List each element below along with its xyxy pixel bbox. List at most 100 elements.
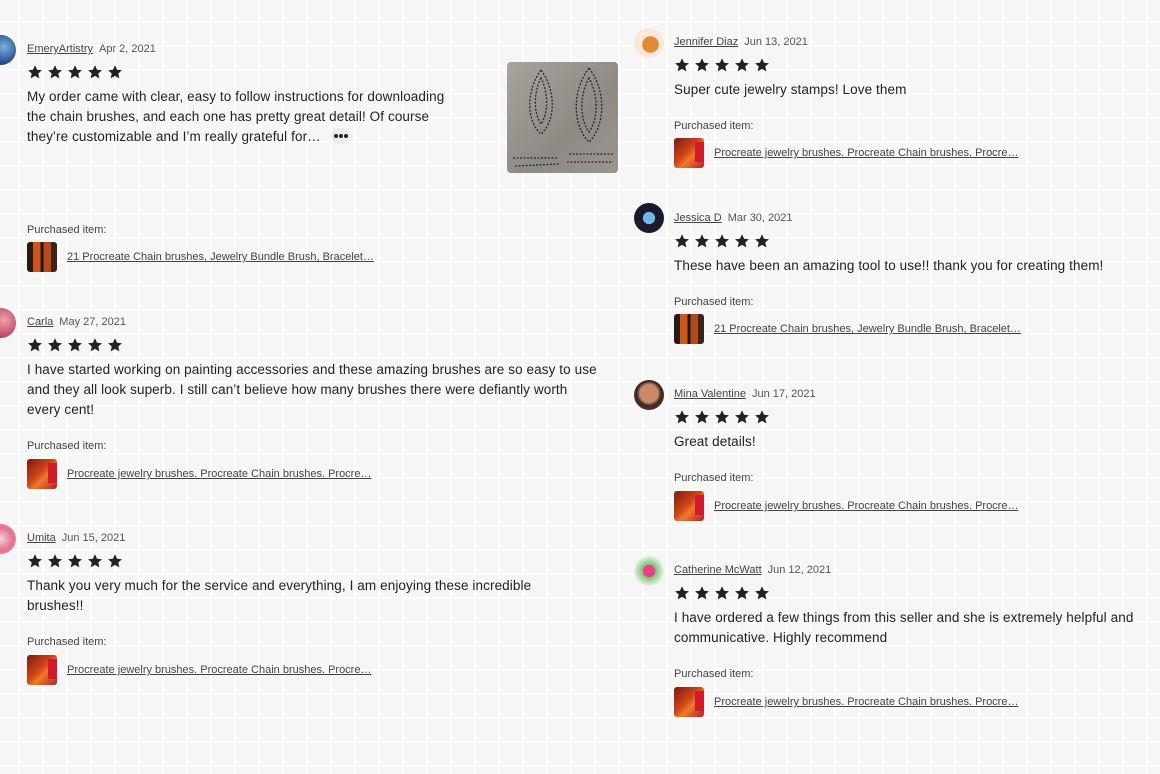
review-text: I have ordered a few things from this se… (674, 610, 1134, 645)
avatar[interactable] (0, 35, 16, 65)
review-photo[interactable] (507, 62, 618, 173)
reviewer-name[interactable]: EmeryArtistry (27, 43, 93, 55)
star-icon (87, 64, 103, 80)
star-icon (694, 409, 710, 425)
product-link[interactable]: Procreate jewelry brushes. Procreate Cha… (714, 147, 1018, 159)
avatar[interactable] (0, 524, 16, 554)
more-dots-icon[interactable] (330, 128, 351, 145)
avatar[interactable] (634, 380, 664, 410)
reviewer-name[interactable]: Umita (27, 532, 56, 544)
star-rating (674, 57, 774, 75)
reviewer-name[interactable]: Jessica D (674, 212, 722, 224)
star-icon (694, 585, 710, 601)
purchased-item-label: Purchased item: (27, 636, 107, 648)
product-link[interactable]: 21 Procreate Chain brushes, Jewelry Bund… (67, 251, 374, 263)
star-icon (107, 64, 123, 80)
star-rating (674, 233, 774, 251)
star-icon (754, 57, 770, 73)
star-icon (674, 233, 690, 249)
product-thumbnail[interactable] (27, 655, 57, 685)
star-icon (107, 553, 123, 569)
review-date: Mar 30, 2021 (727, 212, 793, 224)
product-thumbnail[interactable] (674, 138, 704, 168)
purchased-item-label: Purchased item: (674, 296, 754, 308)
purchased-item-label: Purchased item: (674, 120, 754, 132)
star-rating (27, 64, 127, 82)
review-date: May 27, 2021 (59, 316, 126, 328)
review-meta: Jennifer Diaz Jun 13, 2021 (674, 35, 808, 49)
star-icon (27, 337, 43, 353)
star-icon (674, 585, 690, 601)
star-icon (67, 64, 83, 80)
star-icon (754, 233, 770, 249)
star-icon (47, 64, 63, 80)
star-icon (694, 233, 710, 249)
avatar[interactable] (0, 308, 16, 338)
reviewer-name[interactable]: Jennifer Diaz (674, 36, 738, 48)
star-icon (714, 233, 730, 249)
product-link[interactable]: Procreate jewelry brushes. Procreate Cha… (67, 664, 371, 676)
product-link[interactable]: Procreate jewelry brushes. Procreate Cha… (67, 468, 371, 480)
review-text-block: My order came with clear, easy to follow… (27, 87, 467, 147)
review: Jennifer Diaz Jun 13, 2021 Super cute jew… (674, 35, 1154, 175)
review-date: Apr 2, 2021 (99, 43, 156, 55)
star-icon (87, 553, 103, 569)
star-icon (714, 409, 730, 425)
star-icon (714, 57, 730, 73)
review: Carla May 27, 2021 I have started working… (27, 315, 607, 505)
star-icon (47, 553, 63, 569)
purchased-item-label: Purchased item: (674, 472, 754, 484)
review-meta: Mina Valentine Jun 17, 2021 (674, 387, 816, 401)
star-rating (27, 337, 127, 355)
star-rating (674, 585, 774, 603)
review: EmeryArtistry Apr 2, 2021 My order came w… (27, 42, 487, 282)
reviewer-name[interactable]: Mina Valentine (674, 388, 746, 400)
purchased-item[interactable]: Procreate jewelry brushes. Procreate Cha… (27, 655, 371, 685)
product-thumbnail[interactable] (674, 491, 704, 521)
reviewer-name[interactable]: Carla (27, 316, 53, 328)
review-meta: Catherine McWatt Jun 12, 2021 (674, 563, 831, 577)
purchased-item-label: Purchased item: (27, 224, 107, 236)
review-text: My order came with clear, easy to follow… (27, 89, 445, 144)
review: Catherine McWatt Jun 12, 2021 I have orde… (674, 563, 1158, 733)
star-icon (734, 57, 750, 73)
reviewer-name[interactable]: Catherine McWatt (674, 564, 762, 576)
star-icon (754, 409, 770, 425)
star-icon (674, 409, 690, 425)
avatar[interactable] (634, 556, 664, 586)
purchased-item[interactable]: Procreate jewelry brushes. Procreate Cha… (27, 459, 371, 489)
product-link[interactable]: Procreate jewelry brushes. Procreate Cha… (714, 696, 1018, 708)
review-date: Jun 12, 2021 (767, 564, 832, 576)
product-thumbnail[interactable] (27, 459, 57, 489)
product-thumbnail[interactable] (674, 314, 704, 344)
review-text: Thank you very much for the service and … (27, 578, 532, 613)
purchased-item[interactable]: Procreate jewelry brushes. Procreate Cha… (674, 491, 1018, 521)
review-meta: Jessica D Mar 30, 2021 (674, 211, 793, 225)
product-link[interactable]: Procreate jewelry brushes. Procreate Cha… (714, 500, 1018, 512)
product-link[interactable]: 21 Procreate Chain brushes, Jewelry Bund… (714, 323, 1021, 335)
star-icon (734, 233, 750, 249)
purchased-item[interactable]: Procreate jewelry brushes. Procreate Cha… (674, 687, 1018, 717)
purchased-item[interactable]: Procreate jewelry brushes. Procreate Cha… (674, 138, 1018, 168)
review: Umita Jun 15, 2021 Thank you very much fo… (27, 531, 607, 691)
review: Mina Valentine Jun 17, 2021 Great details… (674, 387, 1154, 527)
product-thumbnail[interactable] (27, 242, 57, 272)
star-icon (734, 409, 750, 425)
purchased-item[interactable]: 21 Procreate Chain brushes, Jewelry Bund… (674, 314, 1021, 344)
review-date: Jun 17, 2021 (751, 388, 816, 400)
review-meta: Umita Jun 15, 2021 (27, 531, 125, 545)
star-icon (47, 337, 63, 353)
star-icon (734, 585, 750, 601)
star-icon (714, 585, 730, 601)
product-thumbnail[interactable] (674, 687, 704, 717)
review-date: Jun 13, 2021 (744, 36, 808, 48)
review-meta: EmeryArtistry Apr 2, 2021 (27, 42, 156, 56)
avatar[interactable] (634, 28, 664, 58)
star-icon (754, 585, 770, 601)
avatar[interactable] (634, 203, 664, 233)
star-rating (27, 553, 127, 571)
review: Jessica D Mar 30, 2021 These have been an… (674, 211, 1154, 351)
purchased-item[interactable]: 21 Procreate Chain brushes, Jewelry Bund… (27, 242, 374, 272)
star-icon (107, 337, 123, 353)
purchased-item-label: Purchased item: (674, 668, 754, 680)
